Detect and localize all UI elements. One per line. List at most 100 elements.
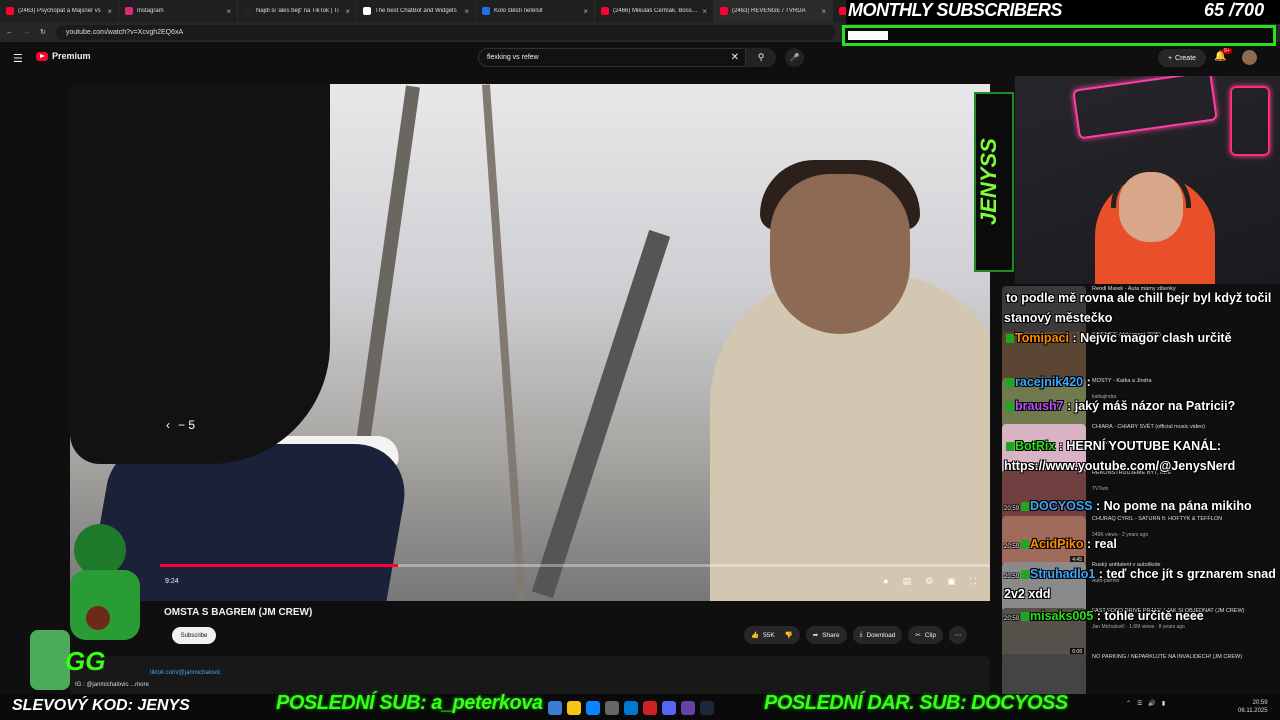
browser-tab[interactable]: (2466) Mikuláš Čermák, Boss pr × [595,0,714,22]
monthly-subs-label: MONTHLY SUBSCRIBERS [848,0,1062,20]
chevron-up-icon[interactable]: ⌃ [1126,700,1131,707]
menu-icon[interactable]: ☰ [13,52,23,65]
create-button[interactable]: + Create [1158,49,1206,67]
steam-icon[interactable] [700,701,714,715]
recommendation-title: MOSTY - Katka a Jindra [1092,378,1152,384]
player-controls: ● ▤ ⚙ ▣ ⛶ [883,576,976,587]
system-tray: ⌃ ☰ 🔊 ▮ [1126,700,1165,707]
voice-search-button[interactable]: 🎤 [785,48,804,67]
browser-tab[interactable]: Instagram × [119,0,238,22]
recommendation-thumbnail [1002,470,1086,520]
monthly-subs-count: 65 /700 [1204,0,1265,20]
monthly-subs-fill [848,31,888,40]
recommendation-thumbnail: 6:08 [1002,608,1086,658]
battery-icon[interactable]: ▮ [1162,700,1165,707]
autoplay-icon[interactable]: ● [883,576,888,587]
captions-icon[interactable]: ▤ [903,576,912,587]
channel-overlay-logo: JENYSS [974,92,1014,272]
favicon-icon [363,7,371,15]
youtube-play-icon [36,51,48,61]
browser-tab[interactable]: Kolo štěstí nefelsit × [476,0,595,22]
url-text: youtube.com/watch?v=Xcvgh2EQ6xA [65,28,184,36]
share-button[interactable]: ➦ Share [805,626,847,644]
recommendation-title: FAST FOOD DRIVE PRANK / JAK SI OBJEDNAT … [1092,608,1245,614]
search-button[interactable]: ⚲ [746,48,776,67]
back-icon[interactable]: ← [6,29,13,36]
last-sub-label: POSLEDNÍ SUB: a_peterkova [276,692,543,714]
close-tab-icon[interactable]: × [702,7,707,16]
discount-code: SLEVOVÝ KOD: JENYS [12,697,190,714]
recommendation-title: Rendl Marek - Auta mámy zibenky [1092,286,1176,292]
close-tab-icon[interactable]: × [345,7,350,16]
video-player[interactable]: ‹ − 5 ● ▤ ⚙ ▣ ⛶ [70,84,990,601]
mic-icon: 🎤 [789,53,800,62]
seek-back-label: − 5 [178,418,196,432]
taskbar-apps [548,698,768,718]
clear-search-icon[interactable]: ✕ [731,52,739,63]
volume-icon[interactable]: 🔊 [1148,700,1155,707]
recommendation-meta: katkajindra [1092,394,1117,400]
twitch-icon[interactable] [681,701,695,715]
seek-back-hint: ‹ − 5 [166,418,195,432]
headset-icon [1111,166,1191,208]
more-actions-button[interactable]: ⋯ [949,626,968,644]
clip-label: Clip [924,631,937,639]
recommendation-title: NO PARKING / NEPARKUJTE NA INVALIDECH! (… [1092,654,1243,660]
forward-icon[interactable]: → [23,29,30,36]
create-label: Create [1175,54,1197,62]
scissors-icon: ✂ [915,632,921,639]
download-button[interactable]: ⤓ Download [852,626,903,644]
recommendation-thumbnail [1002,378,1086,428]
miniplayer-icon[interactable]: ▣ [947,576,956,587]
close-tab-icon[interactable]: × [226,7,231,16]
subscribe-button[interactable]: Subscribe [172,627,216,644]
search-input[interactable]: flexking vs refew ✕ [478,48,746,67]
man-head [770,174,910,334]
favicon-icon [125,7,133,15]
thumbs-up-icon: 👍 [751,632,760,639]
neon-light [1230,86,1270,156]
chevron-left-icon: ‹ [166,418,170,432]
thumbs-down-icon[interactable]: 👎 [785,631,793,639]
network-icon[interactable]: ☰ [1137,700,1142,707]
favicon-icon [244,7,252,15]
recommendation-title: REKONSTRUUJEME BYT, KDE [1092,470,1172,476]
tab-list: (2463) Psychopat a Majsner vs × Instagram ×… [0,0,952,22]
clip-button[interactable]: ✂ Clip [908,626,944,644]
like-button[interactable]: 👍 55K 👎 [744,626,800,644]
discord-icon[interactable] [662,701,676,715]
clock-time: 20:59 [1252,700,1268,706]
system-clock[interactable]: 20:59 06.11.2025 [1238,699,1268,715]
browser-tab[interactable]: (2463) REVENGE / TVRDÁ × [714,0,833,22]
folder-icon[interactable] [567,701,581,715]
browser-tab[interactable]: Najdi si 'ales bejt' na TikTok | Ti × [238,0,357,22]
mail-icon[interactable] [624,701,638,715]
seek-bar[interactable] [160,564,990,567]
url-field[interactable]: youtube.com/watch?v=Xcvgh2EQ6xA [55,24,836,40]
settings-icon[interactable]: ⚙ [925,576,933,587]
reload-icon[interactable]: ↻ [40,28,46,36]
description-box[interactable]: tiktok.com/@janmichalovic IG : @janmicha… [70,656,990,696]
youtube-header: ☰ Premium flexking vs refew ✕ ⚲ 🎤 + Creat… [0,42,1280,74]
favicon-icon [720,7,728,15]
close-tab-icon[interactable]: × [107,7,112,16]
edge-icon[interactable] [586,701,600,715]
store-icon[interactable] [605,701,619,715]
download-label: Download [866,631,896,639]
fullscreen-icon[interactable]: ⛶ [970,576,976,587]
close-tab-icon[interactable]: × [464,7,469,16]
plus-icon: + [1167,54,1173,62]
svg-text:GG: GG [65,646,105,676]
close-tab-icon[interactable]: × [821,7,826,16]
avatar[interactable] [1242,50,1257,65]
recommendation-thumbnail [1002,332,1086,382]
browser-tab[interactable]: The best ChatBot and Widgets × [357,0,476,22]
opera-icon[interactable] [643,701,657,715]
seek-progress [160,564,398,567]
recommendation-meta: TVTwix [1092,486,1109,492]
start-icon[interactable] [548,701,562,715]
close-tab-icon[interactable]: × [583,7,588,16]
browser-tab[interactable]: (2463) Psychopat a Majsner vs × [0,0,119,22]
notification-count: 9+ [1222,48,1232,54]
youtube-logo[interactable]: Premium [36,51,91,61]
